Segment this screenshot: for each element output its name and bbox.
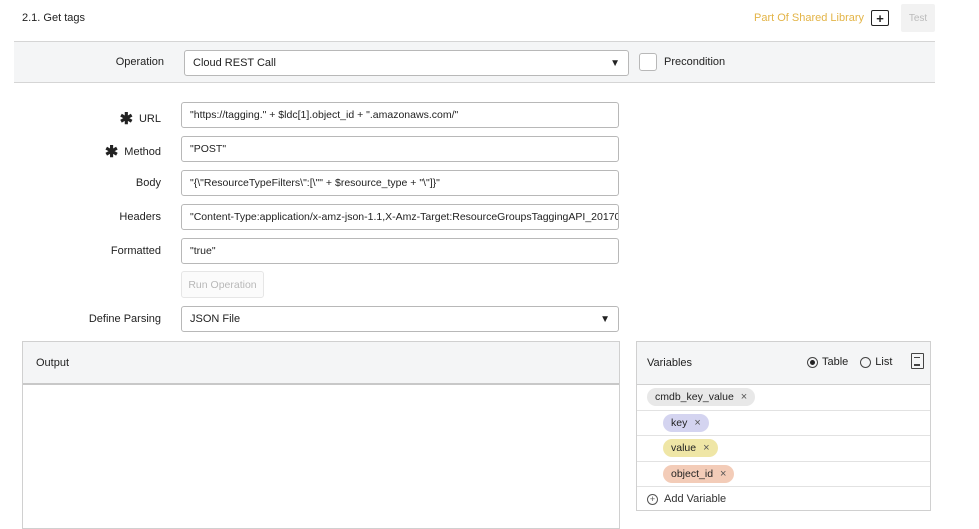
document-icon[interactable] <box>911 353 924 369</box>
list-radio-label: List <box>875 356 893 368</box>
run-operation-button[interactable]: Run Operation <box>181 271 264 298</box>
define-parsing-label: Define Parsing <box>88 313 161 325</box>
precondition-label: Precondition <box>664 56 726 68</box>
variable-chip[interactable]: key × <box>663 413 709 432</box>
variables-panel: Variables Table List cmdb_key_value × key ×… <box>636 341 931 511</box>
chevron-down-icon: ▼ <box>610 57 620 69</box>
variable-row: key × <box>637 411 930 436</box>
variable-row: cmdb_key_value × <box>637 385 930 411</box>
required-icon: ✱ <box>104 144 119 161</box>
url-field[interactable]: "https://tagging." + $ldc[1].object_id +… <box>181 102 619 128</box>
table-radio[interactable] <box>807 356 818 368</box>
add-variable-button[interactable]: + Add Variable <box>637 487 930 511</box>
chevron-down-icon: ▼ <box>600 313 610 325</box>
add-variable-label: Add Variable <box>664 493 727 505</box>
variable-name: object_id <box>671 467 714 480</box>
output-header: Output <box>23 342 619 385</box>
formatted-field[interactable]: "true" <box>181 238 619 264</box>
remove-variable-icon[interactable]: × <box>720 468 726 480</box>
operation-value: Cloud REST Call <box>193 57 276 69</box>
view-toggle: Table List <box>807 356 892 368</box>
table-radio-label: Table <box>822 356 849 368</box>
remove-variable-icon[interactable]: × <box>741 391 747 403</box>
parsing-value: JSON File <box>190 313 241 325</box>
add-to-library-icon[interactable]: + <box>871 10 889 26</box>
variable-name: value <box>671 442 697 455</box>
page-title: 2.1. Get tags <box>22 12 85 24</box>
variables-list: cmdb_key_value × key × value × object_id × <box>637 385 930 487</box>
variables-title: Variables <box>647 357 693 369</box>
shared-library-link[interactable]: Part Of Shared Library <box>754 12 864 24</box>
define-parsing-select[interactable]: JSON File ▼ <box>181 306 619 332</box>
remove-variable-icon[interactable]: × <box>694 417 700 429</box>
operation-label: Operation <box>115 56 164 68</box>
output-title: Output <box>36 356 70 369</box>
variables-header: Variables Table List <box>637 342 930 385</box>
body-label: Body <box>135 177 161 189</box>
formatted-label: Formatted <box>110 245 161 257</box>
plus-circle-icon: + <box>647 493 658 505</box>
variable-name: cmdb_key_value <box>655 391 734 404</box>
test-button[interactable]: Test <box>901 4 935 32</box>
variable-chip[interactable]: cmdb_key_value × <box>647 388 756 407</box>
variable-name: key <box>671 416 688 429</box>
body-field[interactable]: "{\"ResourceTypeFilters\":[\"" + $resour… <box>181 170 619 196</box>
variable-row: object_id × <box>637 462 930 487</box>
method-label: ✱ Method <box>104 144 161 161</box>
list-radio[interactable] <box>860 356 872 368</box>
variable-chip[interactable]: value × <box>663 439 718 458</box>
required-icon: ✱ <box>119 111 133 128</box>
precondition-checkbox[interactable] <box>639 53 657 71</box>
headers-label: Headers <box>119 211 161 223</box>
variable-row: value × <box>637 436 930 462</box>
remove-variable-icon[interactable]: × <box>703 442 709 454</box>
headers-field[interactable]: "Content-Type:application/x-amz-json-1.1… <box>181 204 619 230</box>
operation-select[interactable]: Cloud REST Call ▼ <box>184 50 629 76</box>
output-panel: Output <box>22 341 620 529</box>
url-label: ✱ URL <box>119 111 161 128</box>
method-field[interactable]: "POST" <box>181 136 619 162</box>
variable-chip[interactable]: object_id × <box>663 464 735 483</box>
